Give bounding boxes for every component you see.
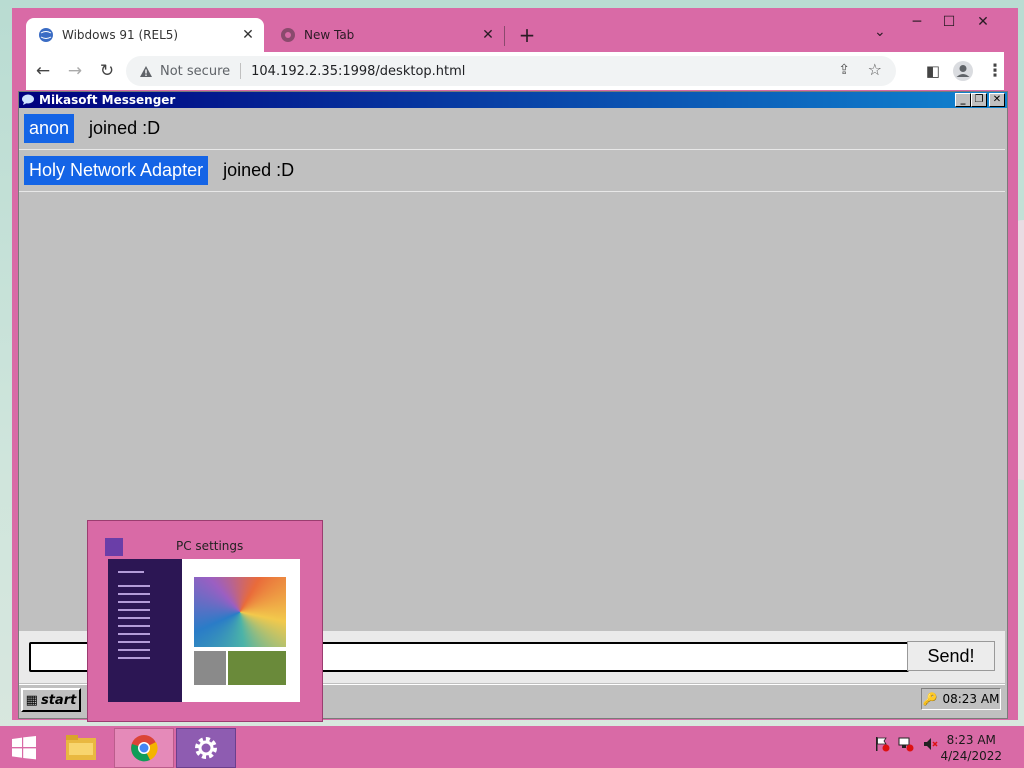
profile-avatar-icon[interactable] xyxy=(952,60,974,82)
preview-line xyxy=(118,641,150,643)
volume-muted-icon[interactable] xyxy=(922,736,938,756)
minimize-button[interactable]: ─ xyxy=(902,10,932,34)
messenger-restore-button[interactable]: ❐ xyxy=(971,93,987,107)
tab-search-chevron-icon[interactable]: ⌄ xyxy=(874,24,886,40)
notification-area xyxy=(874,736,938,756)
tab-strip: Wibdows 91 (REL5) ✕ New Tab ✕ + ⌄ ─ ☐ ✕ xyxy=(12,8,1018,54)
chat-bubble-icon xyxy=(21,94,35,106)
send-button[interactable]: Send! xyxy=(907,641,995,671)
messenger-close-button[interactable]: ✕ xyxy=(989,93,1005,107)
menu-kebab-icon[interactable]: ⋮ xyxy=(984,60,1006,82)
maximize-button[interactable]: ☐ xyxy=(934,10,964,34)
preview-line xyxy=(118,601,150,603)
warning-triangle-icon xyxy=(138,63,154,79)
messenger-title: Mikasoft Messenger xyxy=(39,93,176,107)
key-icon: 🔑 xyxy=(922,692,938,706)
back-arrow-icon[interactable]: ← xyxy=(32,60,54,82)
start-logo-icon: ▦ xyxy=(25,692,38,708)
messenger-minimize-button[interactable]: _ xyxy=(955,93,971,107)
preview-line xyxy=(118,585,150,587)
tab-new-tab[interactable]: New Tab ✕ xyxy=(268,18,504,52)
security-label[interactable]: Not secure xyxy=(160,64,230,79)
windows-taskbar: 8:23 AM 4/24/2022 xyxy=(0,726,1024,768)
start-label: start xyxy=(40,692,77,708)
thumbnail-image[interactable] xyxy=(108,559,300,702)
chrome-favicon-icon xyxy=(280,27,296,43)
tab-title: New Tab xyxy=(304,28,355,42)
reload-icon[interactable]: ↻ xyxy=(96,60,118,82)
chrome-icon[interactable] xyxy=(114,728,174,768)
clock-date: 4/24/2022 xyxy=(940,749,1002,763)
divider xyxy=(240,63,242,79)
preview-wallpaper xyxy=(194,577,286,647)
message-row: Holy Network Adapter joined :D xyxy=(19,150,1005,192)
tab-divider xyxy=(504,26,505,46)
close-tab-icon[interactable]: ✕ xyxy=(238,27,258,43)
url-text[interactable]: 104.192.2.35:1998/desktop.html xyxy=(251,64,465,79)
thumbnail-title: PC settings xyxy=(176,539,244,553)
new-tab-button[interactable]: + xyxy=(514,22,540,48)
preview-photo xyxy=(228,651,286,685)
preview-line xyxy=(118,617,150,619)
preview-line xyxy=(118,609,150,611)
clock-time: 8:23 AM xyxy=(946,733,996,747)
action-center-flag-icon[interactable] xyxy=(874,736,890,756)
gear-icon xyxy=(105,538,123,556)
preview-line xyxy=(118,593,150,595)
messenger-titlebar[interactable]: Mikasoft Messenger _ ❐ ✕ xyxy=(19,92,1007,108)
tab-title: Wibdows 91 (REL5) xyxy=(62,28,179,42)
tray-clock: 08:23 AM xyxy=(942,692,1000,706)
windows-logo-icon[interactable] xyxy=(10,736,38,760)
close-tab-icon[interactable]: ✕ xyxy=(478,27,498,43)
tab-wibdows[interactable]: Wibdows 91 (REL5) ✕ xyxy=(26,18,264,52)
preview-line xyxy=(118,649,150,651)
taskbar-clock[interactable]: 8:23 AM 4/24/2022 xyxy=(940,732,1002,764)
message-username: Holy Network Adapter xyxy=(24,156,209,185)
globe-favicon-icon xyxy=(38,27,54,43)
message-row: anon joined :D xyxy=(19,108,1005,150)
bookmark-star-icon[interactable]: ☆ xyxy=(868,60,882,79)
share-icon[interactable]: ⇪ xyxy=(838,62,850,78)
address-bar[interactable]: Not secure 104.192.2.35:1998/desktop.htm… xyxy=(126,56,896,86)
side-panel-icon[interactable]: ◧ xyxy=(922,60,944,82)
browser-toolbar: ← → ↻ Not secure 104.192.2.35:1998/deskt… xyxy=(26,52,1004,90)
preview-user-tile xyxy=(194,651,226,685)
settings-gear-icon[interactable] xyxy=(176,728,236,768)
message-username: anon xyxy=(24,114,75,143)
start-button[interactable]: ▦ start xyxy=(21,688,81,712)
network-icon[interactable] xyxy=(898,736,914,756)
file-explorer-icon[interactable] xyxy=(52,728,110,766)
system-tray: 🔑 08:23 AM xyxy=(921,688,1001,710)
message-text: joined :D xyxy=(89,118,161,138)
preview-line xyxy=(118,657,150,659)
forward-arrow-icon[interactable]: → xyxy=(64,60,86,82)
preview-line xyxy=(118,633,150,635)
preview-sidebar xyxy=(108,559,182,702)
message-text: joined :D xyxy=(223,160,295,180)
preview-line xyxy=(118,625,150,627)
window-thumbnail-preview[interactable]: PC settings xyxy=(87,520,323,722)
close-window-button[interactable]: ✕ xyxy=(968,10,998,34)
preview-line xyxy=(118,571,144,573)
